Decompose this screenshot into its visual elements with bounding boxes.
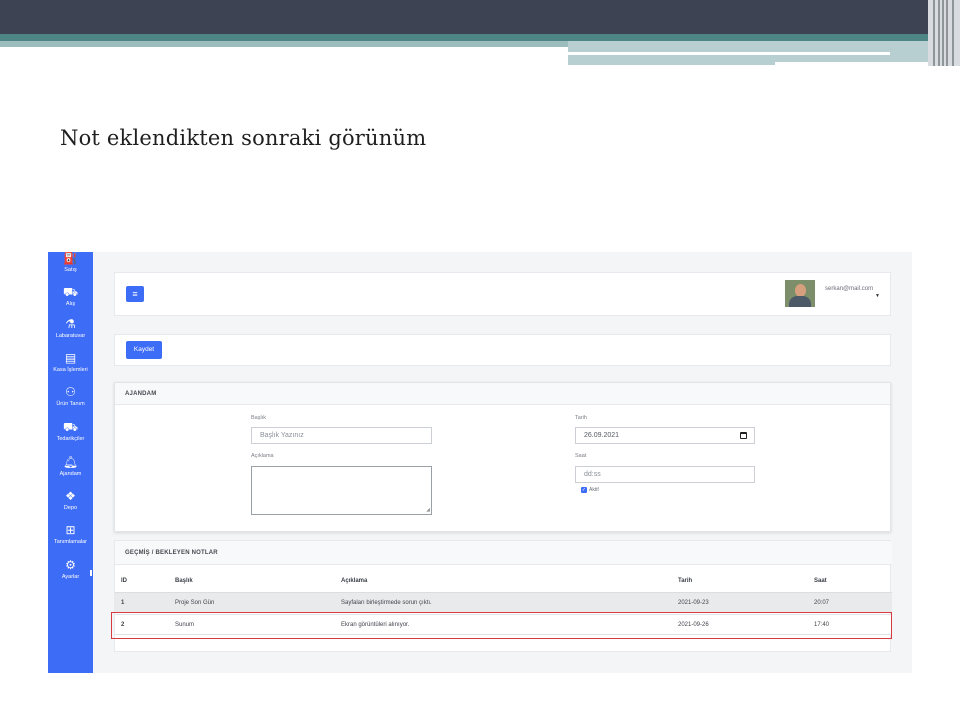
- sidebar-item-satis[interactable]: ⛽ Satış: [48, 252, 93, 274]
- sidebar-item-labaratuvar[interactable]: ⚗ Labaratuvar: [48, 318, 93, 340]
- slide-corner-lines: [928, 0, 960, 66]
- avatar[interactable]: [785, 280, 815, 307]
- tarih-label: Tarih: [575, 415, 587, 421]
- tarih-date-input[interactable]: 26.09.2021: [575, 427, 755, 444]
- slide-accent-line: [568, 52, 890, 55]
- sidebar-item-label: Alış: [65, 301, 76, 307]
- slide-header-band: [0, 0, 960, 34]
- sidebar-item-label: Ayarlar: [61, 574, 80, 580]
- column-header-saat: Saat: [814, 578, 827, 584]
- column-header-aciklama: Açıklama: [341, 578, 368, 584]
- basket-icon: ⛽: [63, 252, 78, 265]
- sidebar-item-label: Labaratuvar: [55, 333, 86, 339]
- slide-accent-band-light: [0, 41, 568, 47]
- truck-icon: ⛟: [62, 420, 79, 434]
- sidebar: ⛽ Satış ⛟ Alış ⚗ Labaratuvar ▤ Kasa İşle…: [48, 252, 93, 673]
- slide-accent-line-short: [775, 62, 945, 66]
- sidebar-submenu-indicator: [90, 570, 92, 576]
- saat-input[interactable]: dd:ss: [575, 466, 755, 483]
- sidebar-item-ajandam[interactable]: 🔔︎ Ajandam: [48, 456, 93, 478]
- action-bar: Kaydet: [114, 334, 891, 366]
- sidebar-item-tedarikciler[interactable]: ⛟ Tedarikçiler: [48, 421, 93, 443]
- slide-accent-band: [0, 34, 960, 41]
- menu-toggle-button[interactable]: ≡: [126, 286, 144, 302]
- aktif-label: Aktif: [589, 487, 599, 493]
- aktif-checkbox[interactable]: ✓: [581, 487, 587, 493]
- people-carry-icon: ⚇: [65, 385, 76, 399]
- sidebar-item-depo[interactable]: ❖ Depo: [48, 490, 93, 512]
- sidebar-item-kasa-islemleri[interactable]: ▤ Kasa İşlemleri: [48, 352, 93, 374]
- sidebar-item-alis[interactable]: ⛟ Alış: [48, 286, 93, 308]
- slide-title: Not eklendikten sonraki görünüm: [60, 126, 427, 150]
- sidebar-item-label: Tanımlamalar: [53, 539, 87, 545]
- main-content: ≡ serkan@mail.com ▼ Kaydet AJANDAM Başlı…: [93, 252, 912, 673]
- column-header-id: ID: [121, 578, 127, 584]
- sidebar-item-tanimlamalar[interactable]: ⊞ Tanımlamalar: [48, 524, 93, 546]
- column-header-tarih: Tarih: [678, 578, 693, 584]
- table-row[interactable]: 1 Proje Son Gün Sayfaları birleştirmede …: [115, 592, 892, 613]
- tarih-value: 26.09.2021: [584, 432, 620, 439]
- sidebar-item-urun-tanim[interactable]: ⚇ Ürün Tanım: [48, 386, 93, 408]
- calendar-icon[interactable]: [740, 432, 747, 439]
- sidebar-item-ayarlar[interactable]: ⚙ Ayarlar: [48, 559, 93, 581]
- agenda-card: AJANDAM Başlık Başlık Yazınız Açıklama ◢…: [114, 382, 891, 532]
- baslik-label: Başlık: [251, 415, 266, 421]
- column-header-baslik: Başlık: [175, 578, 193, 584]
- sidebar-item-label: Ajandam: [59, 471, 82, 477]
- save-button[interactable]: Kaydet: [126, 341, 162, 359]
- sidebar-item-label: Satış: [64, 267, 77, 273]
- highlight-box: [111, 612, 892, 639]
- notes-title: GEÇMİŞ / BEKLEYEN NOTLAR: [125, 550, 218, 556]
- aciklama-label: Açıklama: [251, 453, 274, 459]
- app-screenshot: ⛽ Satış ⛟ Alış ⚗ Labaratuvar ▤ Kasa İşle…: [48, 252, 912, 673]
- agenda-title: AJANDAM: [125, 391, 157, 397]
- cash-register-icon: ▤: [64, 351, 77, 365]
- baslik-input[interactable]: Başlık Yazınız: [251, 427, 432, 444]
- resize-grip-icon[interactable]: ◢: [426, 508, 430, 513]
- cell-baslik: Proje Son Gün: [175, 600, 215, 606]
- top-navbar: ≡ serkan@mail.com ▼: [114, 272, 891, 316]
- sidebar-item-label: Ürün Tanım: [56, 401, 85, 407]
- user-email[interactable]: serkan@mail.com: [825, 286, 873, 292]
- cell-tarih: 2021-09-23: [678, 600, 709, 606]
- flask-icon: ⚗: [65, 317, 76, 331]
- notes-card-header: [115, 541, 892, 565]
- cell-saat: 20:07: [814, 600, 830, 606]
- chevron-down-icon[interactable]: ▼: [875, 293, 880, 299]
- truck-icon: ⛟: [62, 285, 79, 299]
- aciklama-textarea[interactable]: ◢: [251, 466, 432, 515]
- bell-icon: 🔔︎: [62, 455, 79, 469]
- plus-square-icon: ⊞: [65, 523, 76, 537]
- gear-icon: ⚙: [65, 558, 76, 572]
- cell-aciklama: Sayfaları birleştirmede sorun çıktı.: [341, 600, 432, 606]
- agenda-card-header: [115, 383, 890, 405]
- cell-id: 1: [121, 600, 125, 606]
- dropbox-icon: ❖: [65, 489, 76, 503]
- sidebar-item-label: Depo: [63, 505, 78, 511]
- sidebar-item-label: Kasa İşlemleri: [53, 367, 88, 373]
- saat-label: Saat: [575, 453, 587, 459]
- sidebar-item-label: Tedarikçiler: [56, 436, 85, 442]
